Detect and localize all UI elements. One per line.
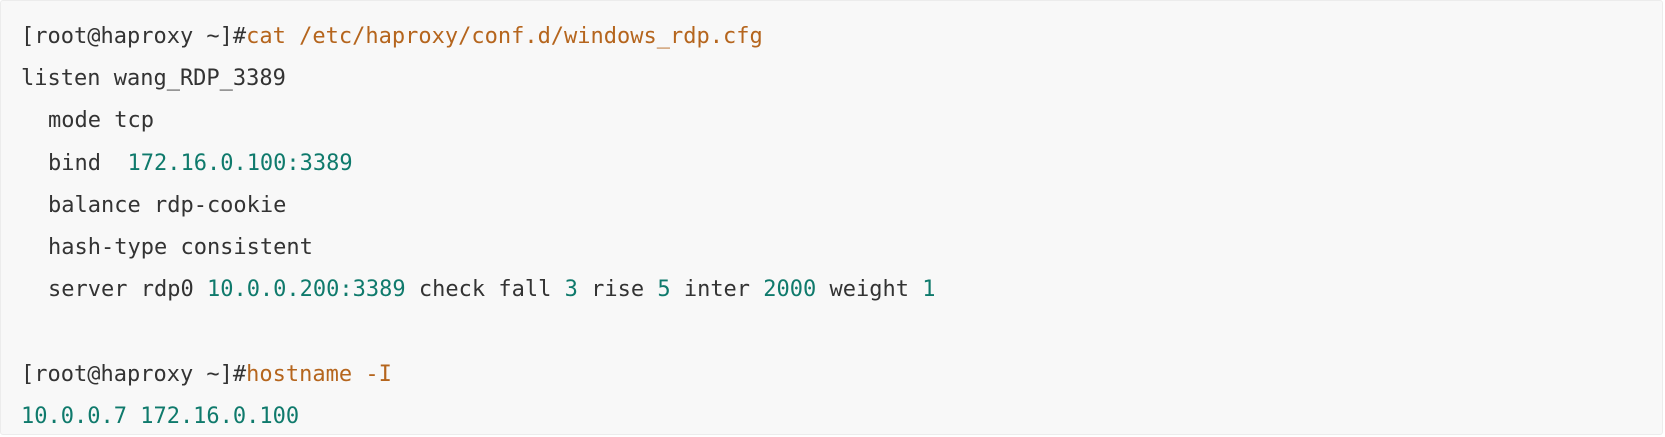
server-prefix: server rdp0: [48, 277, 207, 302]
command-line-cat: [root@haproxy ~]#cat /etc/haproxy/conf.d…: [21, 22, 763, 52]
server-weight-label: weight: [816, 277, 923, 302]
shell-command: cat /etc/haproxy/conf.d/windows_rdp.cfg: [246, 24, 763, 49]
config-mode-line: mode tcp: [48, 108, 154, 133]
server-inter-value: 2000: [763, 277, 817, 302]
server-rise-label: rise: [577, 277, 658, 302]
config-hash-type-line: hash-type consistent: [48, 235, 313, 260]
bind-keyword: bind: [48, 151, 128, 176]
server-address: 10.0.0.200:3389: [206, 277, 406, 302]
config-listen-line: listen wang_RDP_3389: [21, 66, 286, 91]
server-fall-value: 3: [564, 277, 578, 302]
command-line-hostname: [root@haproxy ~]#hostname -I: [21, 360, 392, 390]
server-inter-label: inter: [670, 277, 764, 302]
server-rise-value: 5: [657, 277, 671, 302]
shell-prompt: [root@haproxy ~]#: [21, 362, 247, 387]
command-output: 10.0.0.7 172.16.0.100: [21, 404, 300, 429]
shell-command: hostname -I: [246, 362, 392, 387]
config-bind-line: bind 172.16.0.100:3389: [21, 149, 353, 179]
config-balance-line: balance rdp-cookie: [48, 193, 287, 218]
config-server-line: server rdp0 10.0.0.200:3389 check fall 3…: [21, 275, 936, 305]
shell-prompt: [root@haproxy ~]#: [21, 24, 247, 49]
server-check-fall-label: check fall: [405, 277, 565, 302]
server-weight-value: 1: [922, 277, 936, 302]
code-block: [root@haproxy ~]#cat /etc/haproxy/conf.d…: [0, 0, 1663, 435]
bind-address: 172.16.0.100:3389: [127, 151, 353, 176]
